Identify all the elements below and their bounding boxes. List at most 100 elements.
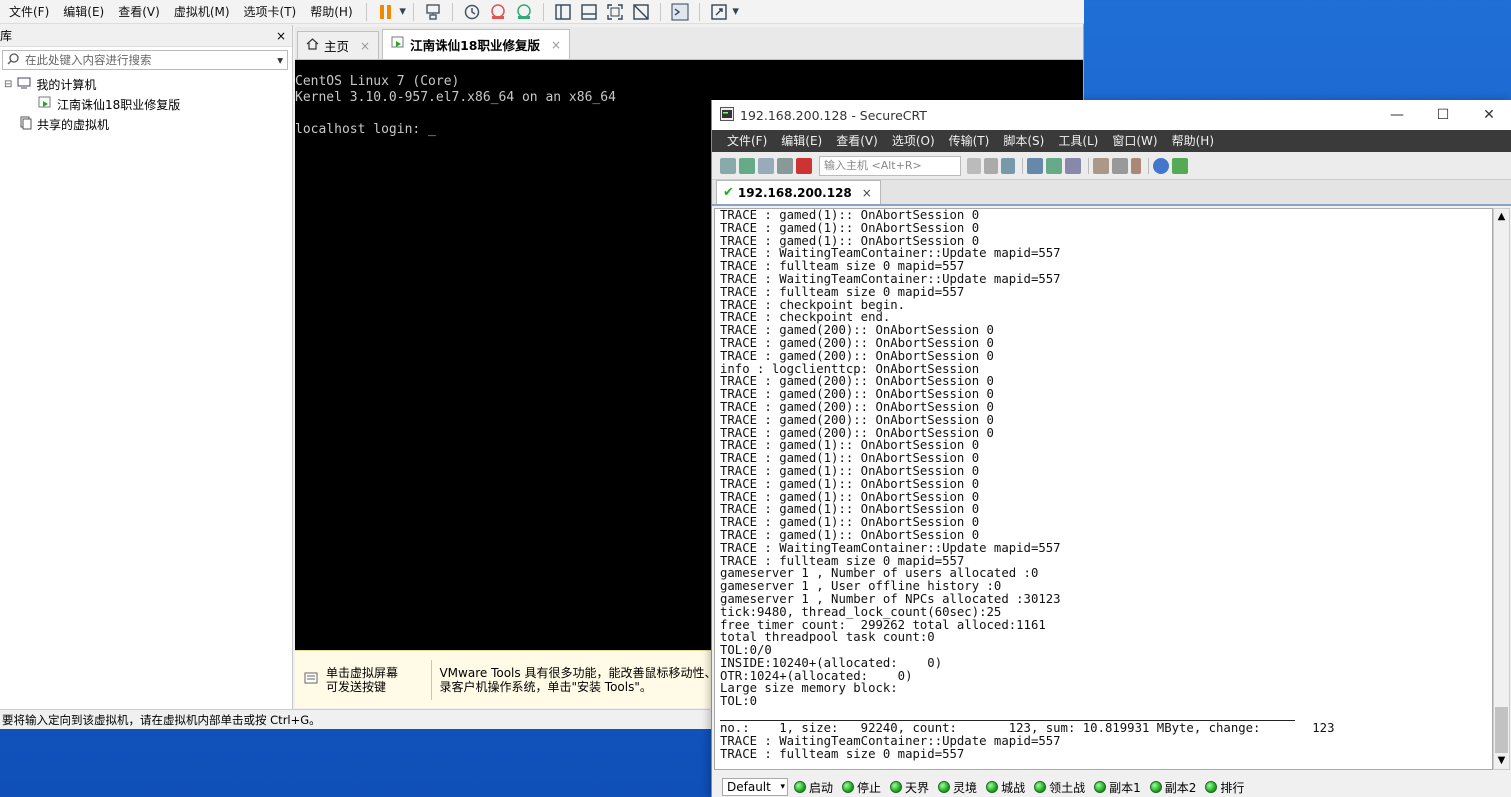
crt-tab-close-icon[interactable]: × xyxy=(862,186,872,200)
crt-title-bar: 192.168.200.128 - SecureCRT — ☐ ✕ xyxy=(712,100,1511,130)
keymap-icon[interactable] xyxy=(1131,157,1141,174)
button-bar-button[interactable]: 副本1 xyxy=(1094,779,1141,796)
terminal-line: gameserver 1 , Number of NPCs allocated … xyxy=(720,591,1061,606)
tab-home-close-icon[interactable]: × xyxy=(360,39,370,53)
button-label: 城战 xyxy=(1001,780,1026,795)
global-options-icon[interactable] xyxy=(1112,157,1128,174)
menu-file[interactable]: 文件(F) xyxy=(2,1,56,23)
print-icon[interactable] xyxy=(1027,157,1043,174)
terminal-line: TRACE : gamed(200):: OnAbortSession 0 xyxy=(720,335,994,350)
button-bar-selector[interactable]: Default ▾ xyxy=(722,778,788,796)
button-bar-button[interactable]: 停止 xyxy=(842,779,881,796)
crt-menu-help[interactable]: 帮助(H) xyxy=(1165,130,1221,152)
terminal-line: TRACE : fullteam size 0 mapid=557 xyxy=(720,284,965,299)
maximize-icon[interactable]: ☐ xyxy=(1420,100,1466,130)
scrollbar-thumb[interactable] xyxy=(1495,707,1508,753)
crt-menu-transfer[interactable]: 传输(T) xyxy=(942,130,997,152)
toolbar-separator xyxy=(451,2,453,21)
button-bar-button[interactable]: 天界 xyxy=(890,779,929,796)
green-dot-icon xyxy=(1205,781,1218,793)
crt-menu-file[interactable]: 文件(F) xyxy=(720,130,774,152)
tree-item-vm[interactable]: 江南诛仙18职业修复版 xyxy=(0,94,292,114)
fullscreen-icon[interactable] xyxy=(606,3,624,21)
disconnect-icon[interactable] xyxy=(796,157,812,174)
crt-menu-view[interactable]: 查看(V) xyxy=(829,130,885,152)
tree-item-my-computer[interactable]: ⊟ 我的计算机 xyxy=(0,74,292,94)
pause-icon[interactable] xyxy=(377,3,395,21)
close-icon[interactable]: ✕ xyxy=(1466,100,1511,130)
button-bar-button[interactable]: 领土战 xyxy=(1034,779,1085,796)
button-bar-button[interactable]: 副本2 xyxy=(1149,779,1196,796)
green-dot-icon xyxy=(1094,781,1107,793)
help-icon[interactable] xyxy=(1153,157,1169,174)
print-selection-icon[interactable] xyxy=(1046,157,1062,174)
search-icon xyxy=(7,52,19,68)
library-search-input[interactable]: 在此处键入内容进行搜索 ▾ xyxy=(2,50,288,70)
vmware-tools-bar[interactable]: 单击虚拟屏幕 可发送按键 VMware Tools 具有很多功能，能改善鼠标移动… xyxy=(295,650,715,708)
crt-session-tab[interactable]: ✔ 192.168.200.128 × xyxy=(716,180,881,204)
paste-icon[interactable] xyxy=(984,157,998,174)
terminal-output[interactable]: TRACE : gamed(1):: OnAbortSession 0 TRACE… xyxy=(714,208,1493,770)
tab-vm[interactable]: 江南诛仙18职业修复版 × xyxy=(382,29,571,59)
toolbar-separator xyxy=(1088,157,1089,174)
toolbar-separator xyxy=(365,2,367,21)
terminal-line: TRACE : WaitingTeamContainer::Update map… xyxy=(720,271,1061,286)
menu-view[interactable]: 查看(V) xyxy=(111,1,167,23)
scroll-up-icon[interactable]: ▲ xyxy=(1494,209,1509,225)
menu-tabs[interactable]: 选项卡(T) xyxy=(237,1,304,23)
unity-icon[interactable] xyxy=(632,3,650,21)
connect-icon[interactable] xyxy=(720,157,736,174)
button-bar-button[interactable]: 排行 xyxy=(1205,779,1244,796)
terminal-icon[interactable] xyxy=(671,3,689,21)
snapshot-manager-icon[interactable] xyxy=(515,3,533,21)
library-close-button[interactable]: × xyxy=(276,29,286,43)
sftp-icon[interactable] xyxy=(1172,157,1188,174)
chevron-down-icon[interactable]: ▾ xyxy=(780,782,785,792)
dropdown-arrow-icon[interactable]: ▾ xyxy=(732,3,740,21)
button-bar-button[interactable]: 城战 xyxy=(986,779,1025,796)
copy-icon[interactable] xyxy=(967,157,981,174)
tab-home[interactable]: 主页 × xyxy=(297,31,380,59)
crt-menu-options[interactable]: 选项(O) xyxy=(885,130,942,152)
find-icon[interactable] xyxy=(1001,157,1015,174)
snapshot-icon[interactable] xyxy=(463,3,481,21)
button-bar-button[interactable]: 灵境 xyxy=(938,779,977,796)
sidebar-view-icon[interactable] xyxy=(554,3,572,21)
stretch-icon[interactable] xyxy=(710,3,728,21)
collapse-icon[interactable]: ⊟ xyxy=(4,79,12,90)
reconnect-icon[interactable] xyxy=(777,157,793,174)
crt-menu-tools[interactable]: 工具(L) xyxy=(1051,130,1105,152)
dropdown-arrow-icon[interactable]: ▾ xyxy=(399,3,407,21)
scroll-down-icon[interactable]: ▼ xyxy=(1494,753,1509,769)
tree-label-my-computer: 我的计算机 xyxy=(36,77,97,92)
session-options-icon[interactable] xyxy=(1093,157,1109,174)
tab-vm-close-icon[interactable]: × xyxy=(551,38,561,52)
terminal-scrollbar[interactable]: ▲ ▼ xyxy=(1493,208,1510,770)
console-line: CentOS Linux 7 (Core) xyxy=(295,74,460,89)
menu-vm[interactable]: 虚拟机(M) xyxy=(167,1,237,23)
print-setup-icon[interactable] xyxy=(1065,157,1081,174)
menu-help[interactable]: 帮助(H) xyxy=(303,1,359,23)
vmware-menubar: 文件(F) 编辑(E) 查看(V) 虚拟机(M) 选项卡(T) 帮助(H) ▾ … xyxy=(0,0,1084,24)
chevron-down-icon[interactable]: ▾ xyxy=(277,53,283,67)
library-title: 库 xyxy=(0,29,13,43)
terminal-line: TOL:0/0 xyxy=(720,643,772,658)
crt-menu-window[interactable]: 窗口(W) xyxy=(1105,130,1164,152)
connect-tab-icon[interactable] xyxy=(758,157,774,174)
network-icon[interactable] xyxy=(424,3,442,21)
button-bar-button[interactable]: 启动 xyxy=(794,779,833,796)
minimize-icon[interactable]: — xyxy=(1374,100,1420,130)
crt-menu-script[interactable]: 脚本(S) xyxy=(996,130,1051,152)
host-input[interactable]: 输入主机 <Alt+R> xyxy=(819,155,961,176)
vmtools-message: VMware Tools 具有很多功能，能改善鼠标移动性、视频 录客户机操作系统… xyxy=(439,666,715,694)
console-view-icon[interactable] xyxy=(580,3,598,21)
button-label: 停止 xyxy=(857,780,882,795)
toolbar-separator xyxy=(698,2,700,21)
tree-label-vm: 江南诛仙18职业修复版 xyxy=(57,97,181,112)
menu-edit[interactable]: 编辑(E) xyxy=(56,1,111,23)
terminal-line: TRACE : WaitingTeamContainer::Update map… xyxy=(720,733,1061,748)
quick-connect-icon[interactable] xyxy=(739,157,755,174)
revert-snapshot-icon[interactable] xyxy=(489,3,507,21)
tree-item-shared[interactable]: 共享的虚拟机 xyxy=(0,114,292,134)
crt-menu-edit[interactable]: 编辑(E) xyxy=(774,130,829,152)
